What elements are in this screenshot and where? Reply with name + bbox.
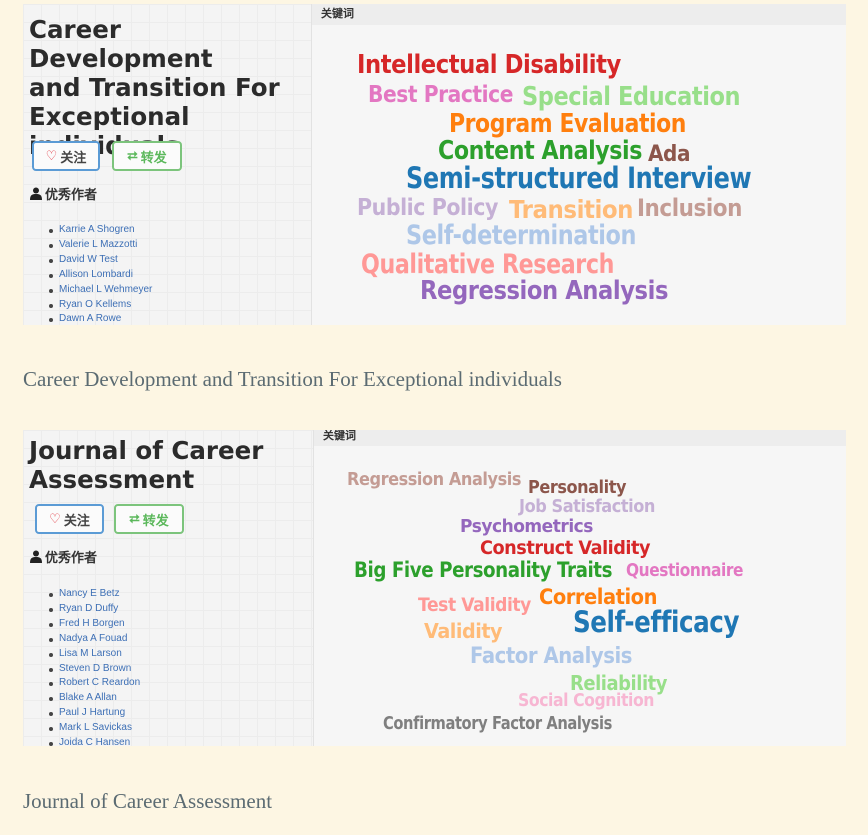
keyword-panel: 关键词 Intellectual Disability Best Practice… [312,4,846,325]
journal-title: Career Development and Transition For Ex… [29,15,280,160]
user-icon [30,550,42,563]
retweet-icon: ⮂ [129,511,140,527]
journal-caption[interactable]: Career Development and Transition For Ex… [23,367,562,392]
journal-card: Career Development and Transition For Ex… [23,4,846,325]
author-link[interactable]: Mark L Savickas [48,721,140,736]
top-authors-label: 优秀作者 [45,551,98,566]
journal-info-panel: Journal of Career Assessment ♡ 关注 ⮂ 转发 优… [23,430,314,746]
keyword-tag[interactable]: Test Validity [418,596,531,615]
follow-label: 关注 [63,513,90,529]
author-link[interactable]: Robert C Reardon [48,676,140,691]
keyword-tag[interactable]: Special Education [522,84,741,110]
follow-label: 关注 [60,150,87,166]
author-link[interactable]: Nadya A Fouad [48,632,140,647]
keyword-panel: 关键词 Regression Analysis Personality Job Sa… [314,430,846,746]
follow-button[interactable]: ♡ 关注 [32,141,100,171]
top-authors-label: 优秀作者 [45,188,98,203]
journal-info-panel: Career Development and Transition For Ex… [23,4,312,325]
author-link[interactable]: Michael L Wehmeyer [48,283,152,298]
author-link[interactable]: Ryan D Duffy [48,602,140,617]
keyword-tag[interactable]: Validity [424,621,503,641]
keyword-tag[interactable]: Construct Validity [480,539,651,558]
heart-icon: ♡ [45,148,58,164]
author-link[interactable]: Lisa M Larson [48,647,140,662]
author-link[interactable]: Paul J Hartung [48,706,140,721]
author-link[interactable]: Karrie A Shogren [48,223,152,238]
keyword-tag[interactable]: Big Five Personality Traits [354,560,612,581]
keyword-tag[interactable]: Best Practice [368,84,513,107]
keyword-tag[interactable]: Transition [509,197,633,222]
keyword-tag[interactable]: Regression Analysis [420,278,668,304]
keyword-cloud: Intellectual Disability Best Practice Spec… [312,4,846,325]
keyword-tag[interactable]: Self-determination [406,222,636,249]
share-label: 转发 [140,150,167,166]
author-link[interactable]: Blake A Allan [48,691,140,706]
keyword-tag[interactable]: Intellectual Disability [357,52,621,78]
author-list: Nancy E Betz Ryan D Duffy Fred H Borgen … [48,587,140,746]
keyword-tag[interactable]: Program Evaluation [449,111,686,137]
user-icon [30,187,42,200]
keyword-tag[interactable]: Semi-structured Interview [406,164,752,193]
keyword-tag[interactable]: Job Satisfaction [519,498,655,516]
retweet-icon: ⮂ [127,148,138,164]
keyword-tag[interactable]: Factor Analysis [470,646,632,668]
follow-button[interactable]: ♡ 关注 [35,504,104,534]
keyword-tag[interactable]: Self-efficacy [573,608,739,637]
author-link[interactable]: Joida C Hansen [48,736,140,746]
keyword-tag[interactable]: Confirmatory Factor Analysis [383,715,612,733]
share-button[interactable]: ⮂ 转发 [114,504,184,534]
journal-caption[interactable]: Journal of Career Assessment [23,789,272,814]
keyword-tag[interactable]: Questionnaire [626,562,743,580]
author-link[interactable]: Ryan O Kellems [48,298,152,313]
journal-title: Journal of Career Assessment [29,436,264,494]
keyword-tag[interactable]: Inclusion [637,196,742,220]
keyword-tag[interactable]: Personality [528,479,626,497]
keyword-tag[interactable]: Regression Analysis [347,471,521,489]
author-link[interactable]: Steven D Brown [48,662,140,677]
keyword-tag[interactable]: Qualitative Research [361,251,614,278]
share-label: 转发 [142,513,169,529]
author-link[interactable]: Fred H Borgen [48,617,140,632]
author-link[interactable]: David W Test [48,253,152,268]
heart-icon: ♡ [49,511,61,527]
keyword-cloud: Regression Analysis Personality Job Satisf… [314,430,846,746]
keyword-tag[interactable]: Social Cognition [518,692,654,710]
author-link[interactable]: Allison Lombardi [48,268,152,283]
keyword-tag[interactable]: Public Policy [357,197,498,220]
top-authors-heading: 优秀作者 [30,184,97,203]
author-link[interactable]: Dawn A Rowe [48,312,152,325]
share-button[interactable]: ⮂ 转发 [112,141,182,171]
top-authors-heading: 优秀作者 [30,547,97,566]
author-link[interactable]: Nancy E Betz [48,587,140,602]
keyword-tag[interactable]: Psychometrics [460,518,593,536]
journal-card: Journal of Career Assessment ♡ 关注 ⮂ 转发 优… [23,430,846,746]
author-link[interactable]: Valerie L Mazzotti [48,238,152,253]
author-list: Karrie A Shogren Valerie L Mazzotti Davi… [48,223,152,325]
